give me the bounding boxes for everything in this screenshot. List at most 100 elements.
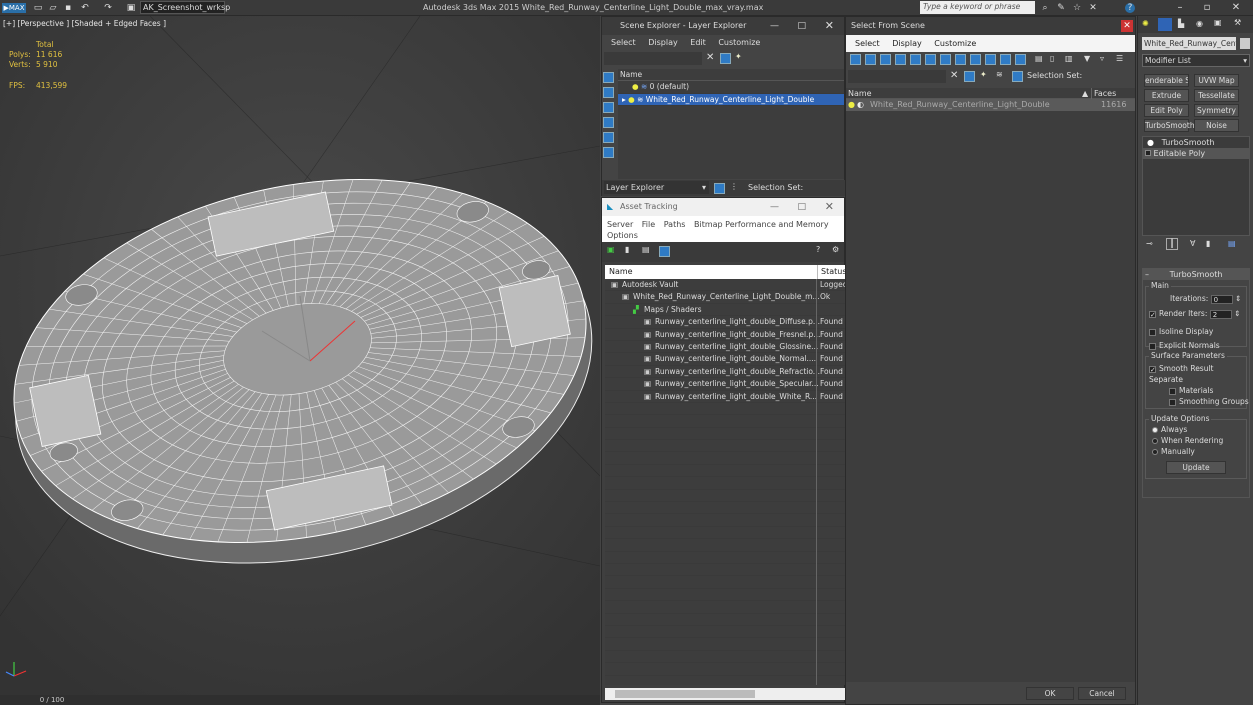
display-cameras-icon[interactable]: [603, 132, 614, 143]
select-all-icon[interactable]: ▤: [1035, 54, 1043, 63]
close-icon[interactable]: ✕: [825, 198, 834, 216]
minimize-button[interactable]: –: [1170, 1, 1190, 15]
layers-icon[interactable]: [714, 183, 725, 194]
layers-icon[interactable]: ≋: [996, 70, 1003, 79]
filter-containers-icon[interactable]: [985, 54, 996, 65]
table-row[interactable]: [605, 440, 845, 453]
find-icon[interactable]: ✦: [735, 52, 742, 61]
isoline-row[interactable]: Isoline Display: [1149, 327, 1213, 336]
modifier-button[interactable]: enderable Spline: [1144, 74, 1189, 87]
table-row[interactable]: [605, 415, 845, 428]
filter-cameras-icon[interactable]: [895, 54, 906, 65]
rollout-header[interactable]: – TurboSmooth: [1143, 269, 1249, 280]
table-row[interactable]: [605, 490, 845, 503]
filter-spacewarps-icon[interactable]: [925, 54, 936, 65]
remove-modifier-icon[interactable]: ▮: [1206, 239, 1210, 248]
table-row[interactable]: ▣ Runway_centerline_light_double_Specular…: [605, 378, 845, 391]
maximize-button[interactable]: ▫: [1197, 1, 1217, 15]
menu-edit[interactable]: Edit: [690, 38, 706, 47]
menu-customize[interactable]: Customize: [718, 38, 760, 47]
when-rendering-radio[interactable]: [1152, 438, 1158, 444]
table-row[interactable]: [605, 428, 845, 441]
render-iters-spinner[interactable]: 2: [1209, 309, 1232, 319]
stack-item[interactable]: Editable Poly: [1143, 148, 1249, 159]
menu-options[interactable]: Options: [607, 231, 638, 240]
modifier-button[interactable]: Edit Poly: [1144, 104, 1189, 117]
table-row[interactable]: ▣ Runway_centerline_light_double_Fresnel.…: [605, 329, 845, 341]
modifier-button[interactable]: Extrude: [1144, 89, 1189, 102]
col-name[interactable]: Name: [609, 265, 633, 279]
maximize-icon[interactable]: □: [797, 198, 806, 216]
display-tab-icon[interactable]: ▣: [1214, 18, 1222, 27]
filter-xrefs-icon[interactable]: [955, 54, 966, 65]
table-row[interactable]: [605, 502, 845, 515]
binoculars-icon[interactable]: ⌕: [1040, 3, 1050, 13]
scene-tree-header[interactable]: Name: [618, 69, 844, 82]
menu-display[interactable]: Display: [648, 38, 678, 47]
search-input[interactable]: Type a keyword or phrase: [920, 1, 1035, 14]
exchange-icon[interactable]: ✕: [1088, 3, 1098, 13]
spinner-arrows-icon[interactable]: ⇕: [1234, 309, 1240, 318]
filter-geometry-icon[interactable]: [850, 54, 861, 65]
modifier-list-dropdown[interactable]: Modifier List ▾: [1142, 54, 1250, 67]
grid-icon[interactable]: [659, 246, 670, 257]
modify-tab-icon[interactable]: [1158, 18, 1172, 31]
table-row[interactable]: ▣ Runway_centerline_light_double_Glossine…: [605, 341, 845, 354]
filter-shapes-icon[interactable]: [865, 54, 876, 65]
table-row[interactable]: [605, 626, 845, 639]
tree-row[interactable]: ● ≋ 0 (default): [618, 81, 844, 94]
make-unique-icon[interactable]: ∀: [1190, 239, 1195, 248]
table-row[interactable]: [605, 552, 845, 564]
scrollbar-thumb[interactable]: [615, 690, 755, 698]
close-icon[interactable]: ✕: [825, 17, 834, 35]
scene-search-input[interactable]: [604, 52, 702, 65]
table-row[interactable]: [605, 514, 845, 527]
menu-paths[interactable]: Paths: [664, 220, 686, 229]
display-helpers-icon[interactable]: [603, 147, 614, 158]
spinner-arrows-icon[interactable]: ⇕: [1235, 294, 1241, 303]
explorer-type-dropdown[interactable]: Layer Explorer ▾: [604, 181, 709, 194]
stack-item[interactable]: ● TurboSmooth: [1143, 137, 1249, 148]
asset-tracking-titlebar[interactable]: ◣ Asset Tracking — □ ✕: [602, 198, 844, 216]
help-icon[interactable]: ?: [816, 245, 820, 254]
table-row[interactable]: ▣ Runway_centerline_light_double_Refracti…: [605, 366, 845, 379]
display-lights-icon[interactable]: [603, 117, 614, 128]
light-bulb-icon[interactable]: ●: [628, 95, 635, 104]
filter-frozen-icon[interactable]: [1000, 54, 1011, 65]
minimize-icon[interactable]: —: [770, 17, 779, 35]
isoline-checkbox[interactable]: [1149, 328, 1156, 336]
table-row[interactable]: [605, 614, 845, 626]
filter-icon[interactable]: [720, 53, 731, 64]
close-icon[interactable]: ✕: [1121, 20, 1133, 32]
help-icon[interactable]: ?: [1125, 3, 1135, 13]
table-row[interactable]: [605, 477, 845, 490]
scene-explorer-titlebar[interactable]: Scene Explorer - Layer Explorer — □ ✕: [602, 17, 844, 35]
table-row[interactable]: [605, 564, 845, 577]
display-geometry-icon[interactable]: [603, 87, 614, 98]
ok-button[interactable]: OK: [1026, 687, 1074, 700]
col-status[interactable]: Status: [817, 265, 847, 279]
modifier-button[interactable]: Tessellate: [1194, 89, 1239, 102]
show-end-result-icon[interactable]: ┃: [1166, 238, 1178, 250]
select-search-input[interactable]: [848, 70, 946, 83]
perspective-viewport[interactable]: [+] [Perspective ] [Shaded + Edged Faces…: [0, 16, 600, 695]
select-from-scene-titlebar[interactable]: Select From Scene ✕: [846, 17, 1135, 35]
col-name[interactable]: Name: [848, 88, 872, 99]
iterations-spinner[interactable]: 0: [1210, 294, 1233, 304]
cancel-button[interactable]: Cancel: [1078, 687, 1126, 700]
filter-helpers-icon[interactable]: [910, 54, 921, 65]
filter-lights-icon[interactable]: [880, 54, 891, 65]
filter-icon[interactable]: [964, 71, 975, 82]
light-bulb-icon[interactable]: ●: [632, 82, 639, 91]
find-icon[interactable]: ✦: [980, 70, 987, 79]
open-file-icon[interactable]: ▱: [48, 3, 58, 13]
list-options-icon[interactable]: ☰: [1116, 54, 1123, 63]
hierarchy-icon[interactable]: [1012, 71, 1023, 82]
hierarchy-tab-icon[interactable]: ▙: [1178, 19, 1184, 28]
table-row[interactable]: ▣ Runway_centerline_light_double_White_R.…: [605, 391, 845, 403]
object-color-swatch[interactable]: [1240, 38, 1250, 49]
table-row[interactable]: [605, 651, 845, 664]
manually-radio[interactable]: [1152, 449, 1158, 455]
table-row[interactable]: ▣ White_Red_Runway_Centerline_Light_Doubl…: [605, 291, 845, 304]
modifier-button[interactable]: UVW Map: [1194, 74, 1239, 87]
